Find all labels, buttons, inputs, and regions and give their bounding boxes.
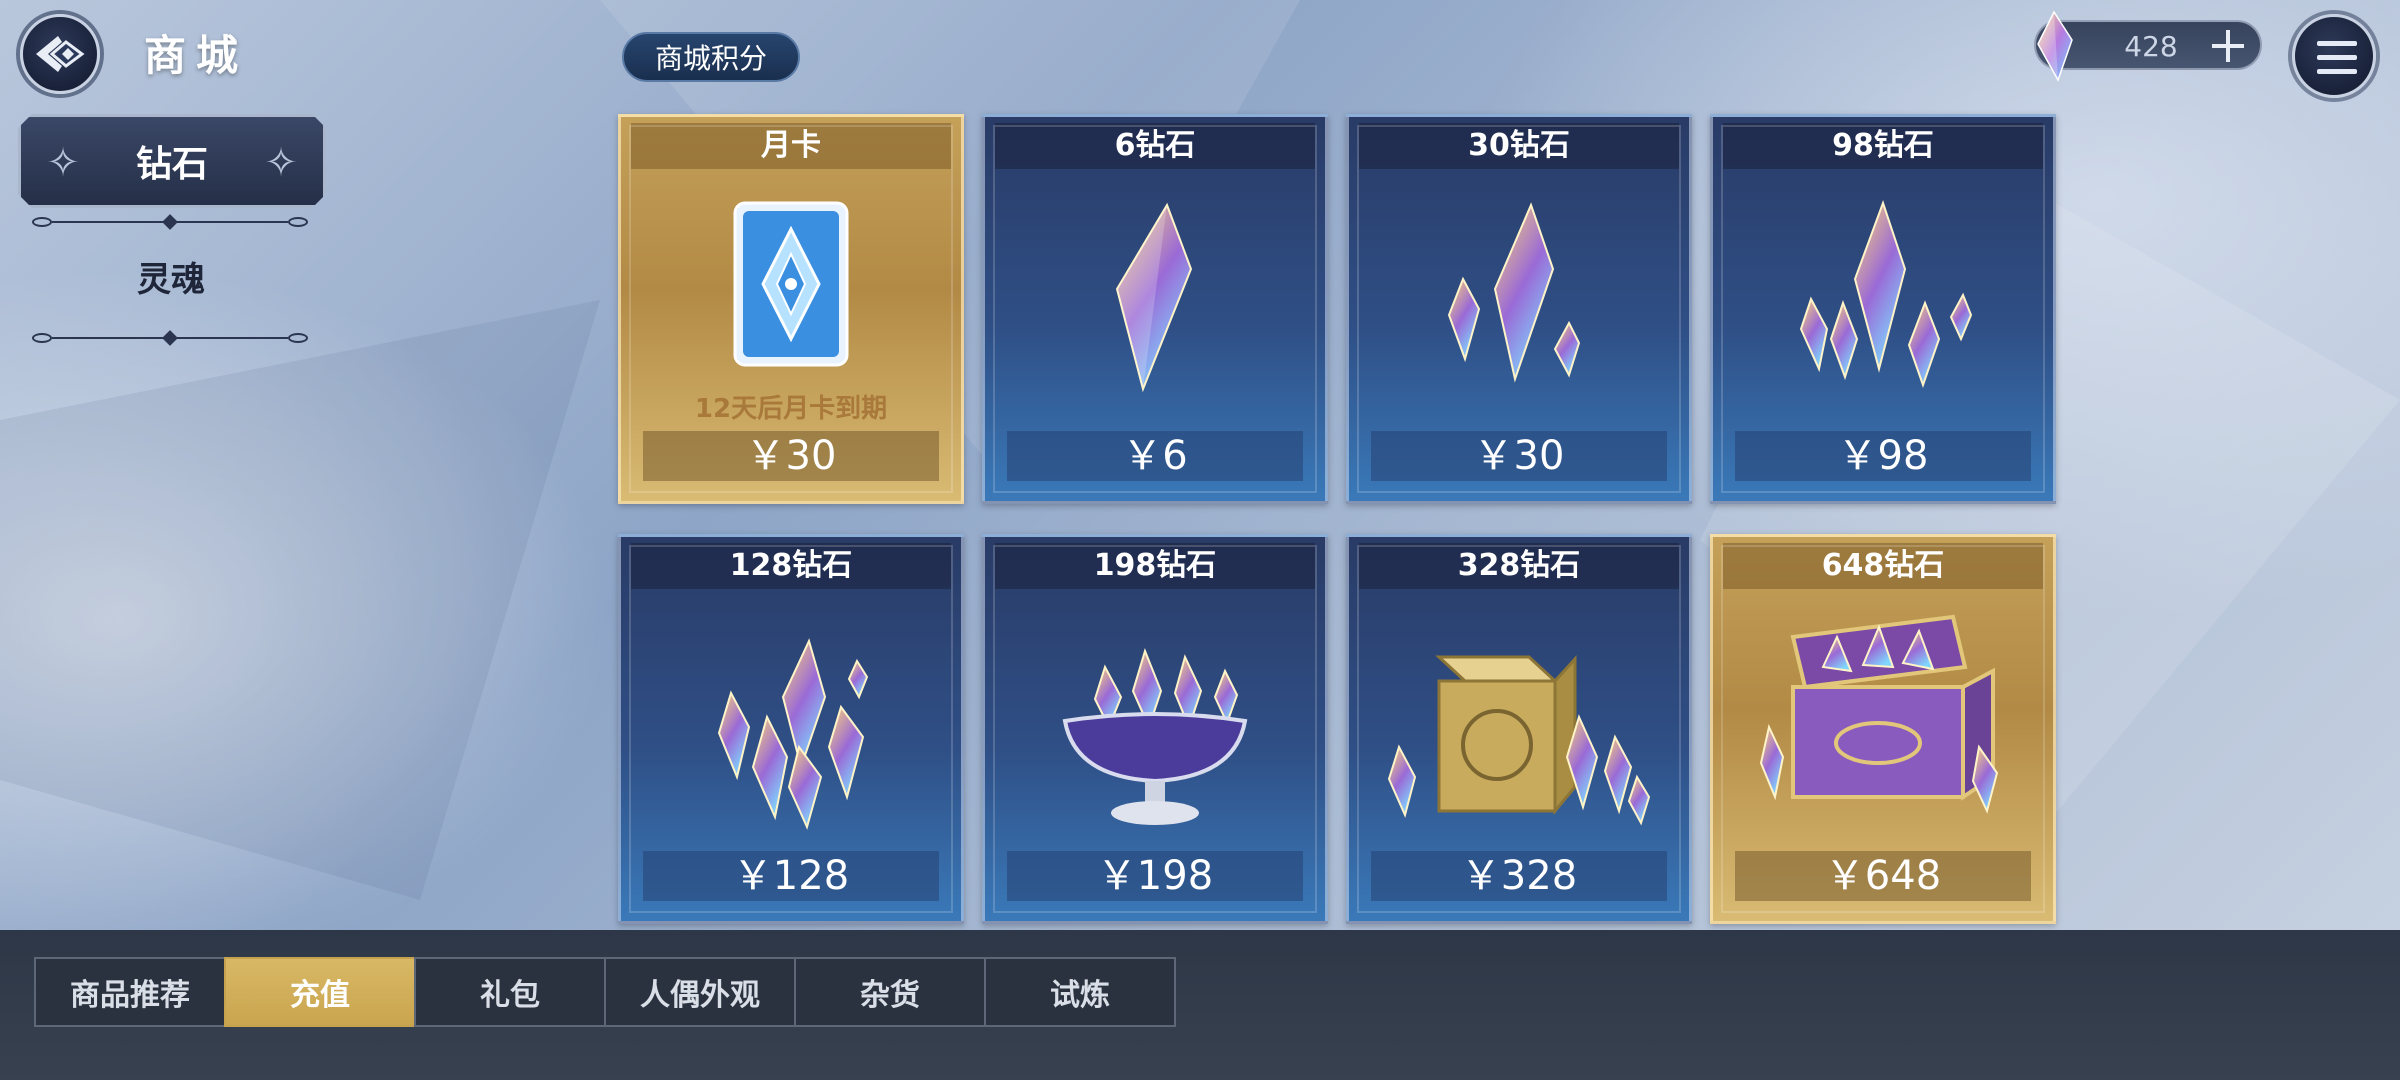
price-label: ￥648 — [1735, 851, 2031, 901]
product-title: 328钻石 — [1359, 543, 1679, 589]
category-tabs: 商品推荐 充值 礼包 人偶外观 杂货 试炼 — [34, 957, 1176, 1027]
product-title: 648钻石 — [1723, 543, 2043, 589]
sparkle-icon: ✧ — [46, 140, 80, 186]
menu-button[interactable] — [2292, 14, 2376, 98]
price-label: ￥328 — [1371, 851, 1667, 901]
diamond-currency-bar: 428 — [2034, 10, 2262, 82]
sidebar-item-diamond[interactable]: ✧ 钻石 ✧ — [18, 114, 326, 208]
price-label: ￥6 — [1007, 431, 1303, 481]
product-card-648-diamonds[interactable]: 648钻石 ￥648 — [1710, 534, 2056, 924]
product-card-198-diamonds[interactable]: 198钻石 ￥198 — [982, 534, 1328, 924]
expiry-note: 12天后月卡到期 — [694, 394, 888, 424]
ornament-divider — [32, 330, 308, 346]
gem-cluster-icon — [1349, 177, 1689, 427]
tab-misc[interactable]: 杂货 — [794, 957, 986, 1027]
product-title: 月卡 — [631, 123, 951, 169]
tab-doll-appearance[interactable]: 人偶外观 — [604, 957, 796, 1027]
back-button[interactable] — [14, 12, 106, 96]
price-label: ￥198 — [1007, 851, 1303, 901]
page-title: 商城 — [144, 31, 249, 80]
gem-cluster-icon — [1713, 177, 2053, 427]
sidebar-item-label: 钻石 — [135, 144, 208, 185]
product-card-98-diamonds[interactable]: 98钻石 ￥98 — [1710, 114, 2056, 504]
product-card-328-diamonds[interactable]: 328钻石 ￥328 — [1346, 534, 1692, 924]
product-title: 6钻石 — [995, 123, 1315, 169]
product-title: 30钻石 — [1359, 123, 1679, 169]
tab-recommended[interactable]: 商品推荐 — [34, 957, 226, 1027]
back-arrow-icon — [20, 14, 100, 94]
price-label: ￥128 — [643, 851, 939, 901]
shop-points-button[interactable]: 商城积分 — [622, 32, 800, 82]
diamond-icon — [2037, 10, 2073, 82]
tab-trial[interactable]: 试炼 — [984, 957, 1176, 1027]
plus-icon[interactable] — [2208, 26, 2248, 66]
gem-bowl-icon — [985, 597, 1325, 847]
tab-recharge[interactable]: 充值 — [224, 957, 416, 1027]
single-gem-icon — [985, 177, 1325, 427]
ornament-divider — [32, 214, 308, 230]
product-card-monthly[interactable]: 月卡 12天后月卡到期 ￥30 — [618, 114, 964, 504]
gem-box-icon — [1349, 597, 1689, 847]
product-title: 98钻石 — [1723, 123, 2043, 169]
tab-gift-packs[interactable]: 礼包 — [414, 957, 606, 1027]
sparkle-icon: ✧ — [264, 140, 298, 186]
diamond-amount: 428 — [2124, 30, 2178, 63]
background-shard — [0, 300, 600, 900]
product-title: 198钻石 — [995, 543, 1315, 589]
product-card-128-diamonds[interactable]: 128钻石 ￥128 — [618, 534, 964, 924]
gem-pile-icon — [621, 597, 961, 847]
treasure-chest-icon — [1713, 597, 2053, 847]
price-label: ￥30 — [643, 431, 939, 481]
product-card-6-diamonds[interactable]: 6钻石 ￥6 — [982, 114, 1328, 504]
sidebar-item-soul[interactable]: 灵魂 — [36, 252, 306, 306]
price-label: ￥98 — [1735, 431, 2031, 481]
price-label: ￥30 — [1371, 431, 1667, 481]
product-card-30-diamonds[interactable]: 30钻石 ￥30 — [1346, 114, 1692, 504]
product-title: 128钻石 — [631, 543, 951, 589]
